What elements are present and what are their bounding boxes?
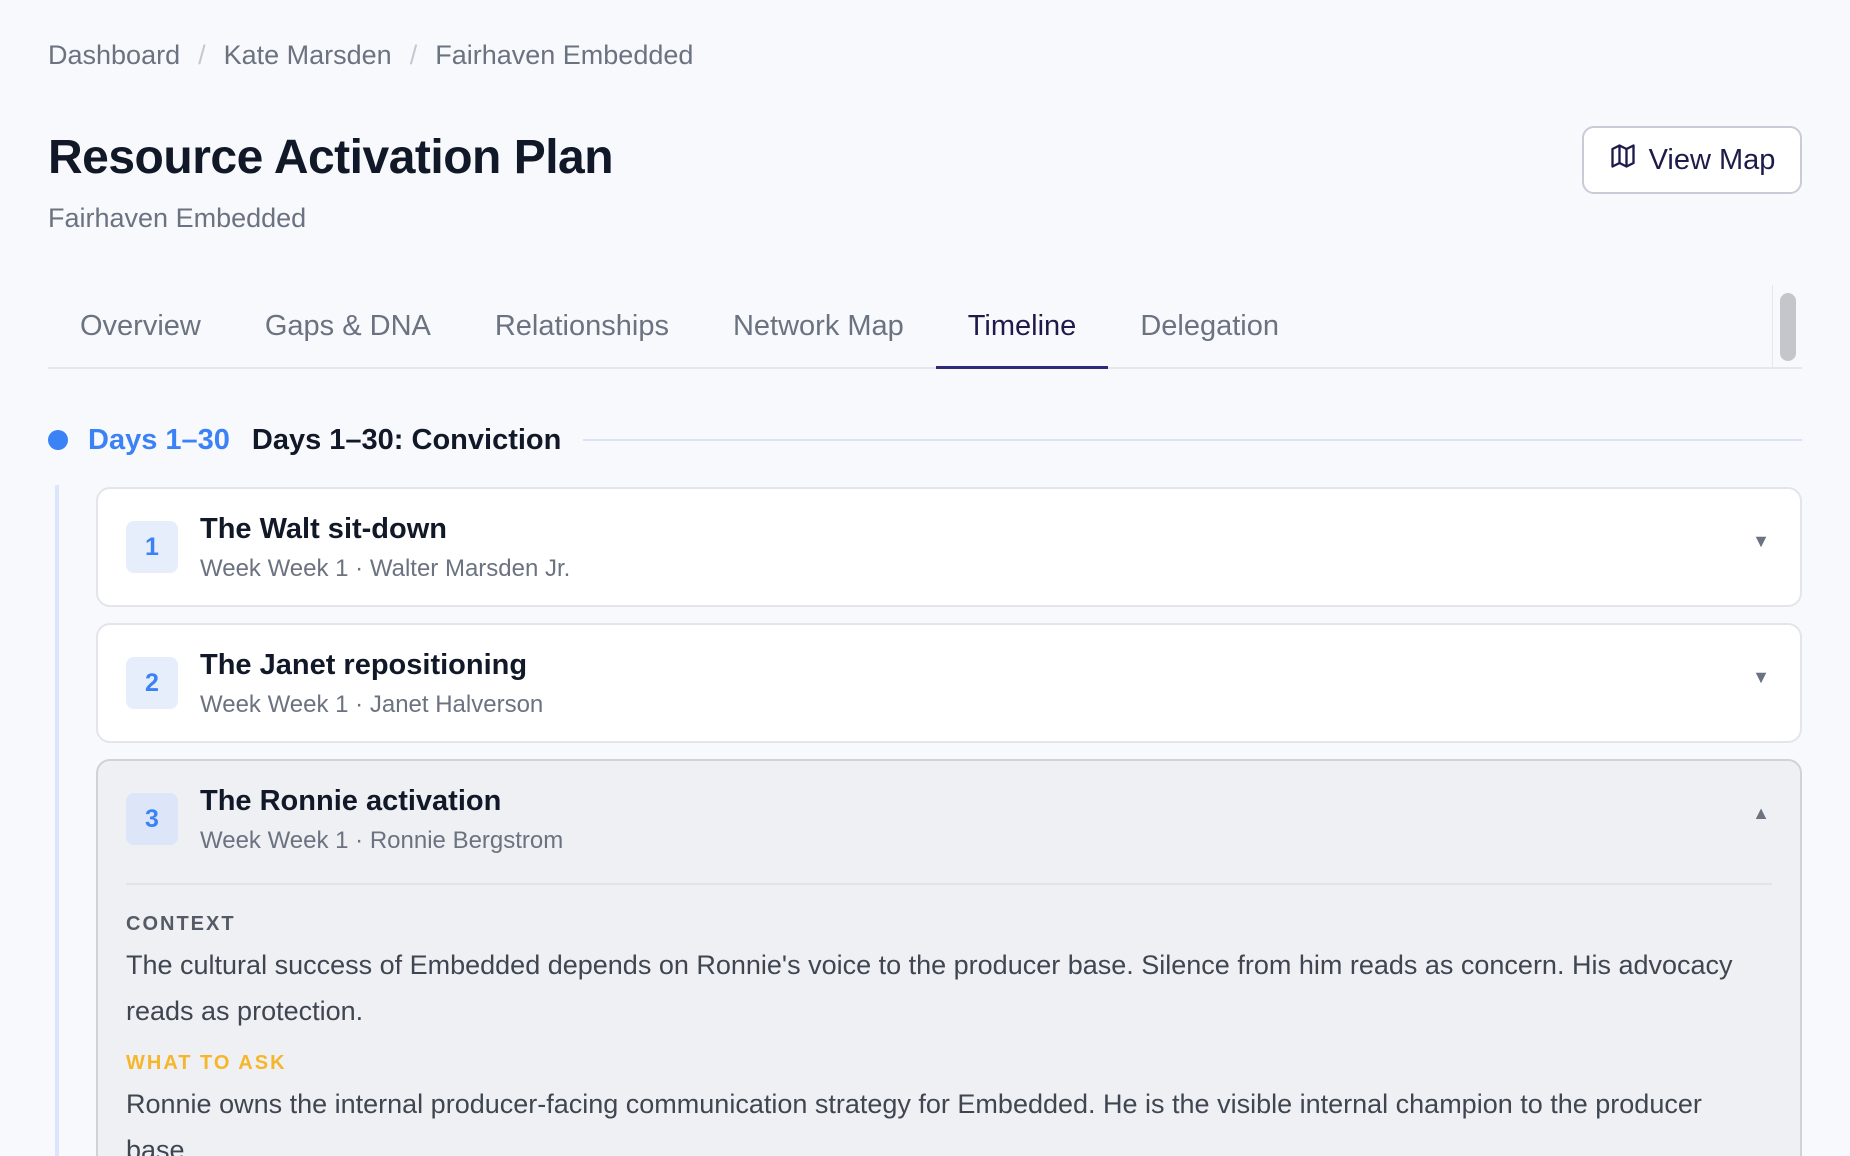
chevron-down-icon[interactable]: ▼ — [1752, 667, 1770, 688]
chevron-down-icon[interactable]: ▼ — [1752, 531, 1770, 552]
step-header-2[interactable]: 2 The Janet repositioning Week Week 1 · … — [98, 625, 1800, 741]
map-icon — [1609, 142, 1637, 178]
step-number: 3 — [126, 793, 178, 845]
page-subtitle: Fairhaven Embedded — [48, 203, 307, 233]
view-map-button[interactable]: View Map — [1582, 126, 1802, 194]
breadcrumb-dashboard[interactable]: Dashboard — [48, 40, 180, 71]
tab-relationships[interactable]: Relationships — [463, 285, 701, 367]
page: Dashboard / Kate Marsden / Fairhaven Emb… — [0, 0, 1850, 1156]
view-map-label: View Map — [1648, 143, 1776, 176]
tab-bar: Overview Gaps & DNA Relationships Networ… — [48, 285, 1802, 369]
what-to-ask-label: WHAT TO ASK — [126, 1052, 287, 1074]
step-title: The Ronnie activation — [200, 785, 502, 817]
step-title: The Walt sit-down — [200, 513, 448, 545]
timeline-step: 3 The Ronnie activation Week Week 1 · Ro… — [96, 759, 1802, 1156]
step-details: CONTEXT The cultural success of Embedded… — [126, 883, 1772, 1156]
what-to-ask-text: Ronnie owns the internal producer-facing… — [126, 1089, 1702, 1156]
context-label: CONTEXT — [126, 913, 236, 935]
timeline-step: 1 The Walt sit-down Week Week 1 · Walter… — [96, 487, 1802, 607]
breadcrumb-separator: / — [198, 40, 206, 70]
step-number: 2 — [126, 657, 178, 709]
timeline-rail — [55, 485, 59, 1156]
breadcrumb-separator: / — [409, 40, 418, 70]
tab-scrollbar[interactable] — [1772, 285, 1802, 369]
chevron-up-icon[interactable]: ▲ — [1752, 803, 1770, 824]
page-title: Resource Activation Plan — [48, 131, 614, 184]
phase-dot-icon — [48, 430, 68, 450]
phase-days: Days 1–30 — [88, 423, 230, 456]
tab-delegation[interactable]: Delegation — [1108, 285, 1311, 367]
tab-network-map[interactable]: Network Map — [701, 285, 936, 367]
step-meta: Week Week 1 · Walter Marsden Jr. — [200, 555, 571, 582]
phase-divider — [583, 439, 1802, 441]
breadcrumb-current: Fairhaven Embedded — [435, 40, 694, 70]
context-text: The cultural success of Embedded depends… — [126, 950, 1733, 1026]
tab-scrollbar-thumb[interactable] — [1780, 293, 1796, 361]
breadcrumb: Dashboard / Kate Marsden / Fairhaven Emb… — [48, 40, 693, 71]
step-meta: Week Week 1 · Janet Halverson — [200, 691, 544, 718]
tab-overview[interactable]: Overview — [48, 285, 233, 367]
breadcrumb-kate-marsden[interactable]: Kate Marsden — [224, 40, 392, 71]
tab-timeline[interactable]: Timeline — [935, 285, 1109, 369]
phase-title: Days 1–30: Conviction — [251, 423, 562, 456]
step-title: The Janet repositioning — [200, 649, 528, 681]
step-meta: Week Week 1 · Ronnie Bergstrom — [200, 827, 564, 854]
tab-gaps-dna[interactable]: Gaps & DNA — [233, 285, 463, 367]
step-number: 1 — [126, 521, 178, 573]
step-header-1[interactable]: 1 The Walt sit-down Week Week 1 · Walter… — [98, 489, 1800, 605]
step-header-3[interactable]: 3 The Ronnie activation Week Week 1 · Ro… — [98, 761, 1800, 883]
phase-header: Days 1–30 Days 1–30: Conviction — [48, 420, 1802, 460]
timeline-step: 2 The Janet repositioning Week Week 1 · … — [96, 623, 1802, 743]
